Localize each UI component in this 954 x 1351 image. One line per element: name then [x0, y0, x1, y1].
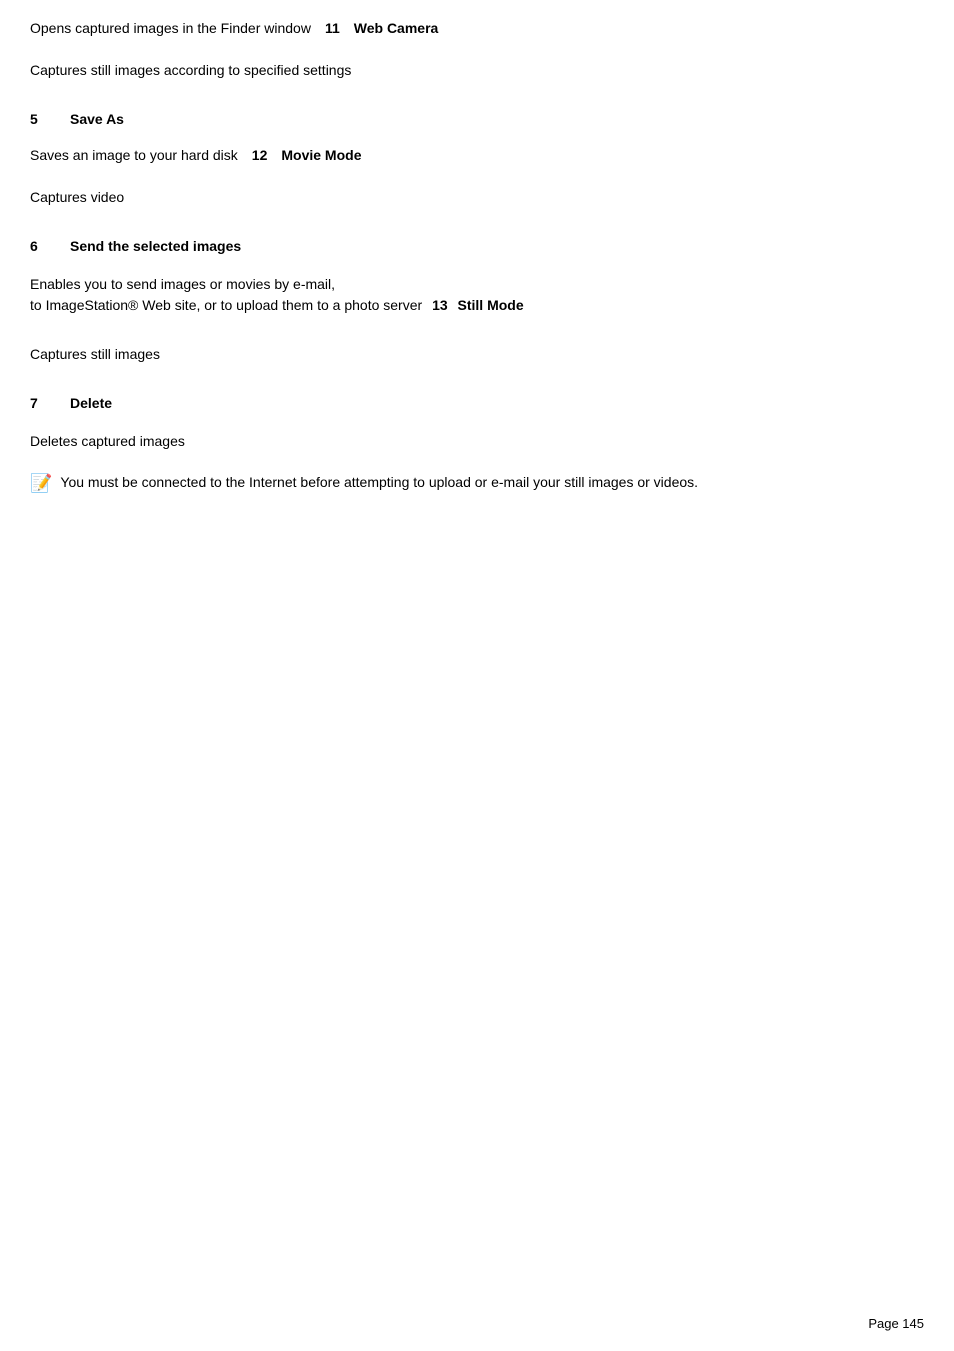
note-icon: 📝: [30, 470, 52, 497]
enables-line2: to ImageStation® Web site, or to upload …: [30, 297, 422, 313]
note-block: 📝 You must be connected to the Internet …: [30, 472, 924, 497]
enables-line1: Enables you to send images or movies by …: [30, 276, 335, 292]
section-6-num: 6: [30, 238, 70, 254]
captures-still-text: Captures still images: [30, 344, 924, 365]
num-11: 11: [325, 20, 340, 36]
section-7-num: 7: [30, 395, 70, 411]
opens-captured-text: Opens captured images in the Finder wind…: [30, 20, 311, 36]
saves-image-text: Saves an image to your hard disk: [30, 147, 238, 163]
section-6-title: Send the selected images: [70, 238, 241, 254]
section-7-header: 7 Delete: [30, 395, 924, 411]
page-label: Page 145: [868, 1316, 924, 1331]
section-5-title: Save As: [70, 111, 124, 127]
note-text: You must be connected to the Internet be…: [60, 472, 698, 493]
movie-mode-title: Movie Mode: [281, 147, 361, 163]
enables-block: Enables you to send images or movies by …: [30, 274, 924, 316]
still-mode-title: Still Mode: [458, 297, 524, 313]
deletes-text: Deletes captured images: [30, 431, 924, 452]
section-6-header: 6 Send the selected images: [30, 238, 924, 254]
captures-video-text: Captures video: [30, 187, 924, 208]
num-13: 13: [432, 297, 448, 313]
section-5-num: 5: [30, 111, 70, 127]
web-camera-title: Web Camera: [354, 20, 439, 36]
page-footer: Page 145: [868, 1316, 924, 1331]
line-opens-captured: Opens captured images in the Finder wind…: [30, 20, 924, 36]
saves-image-row: Saves an image to your hard disk 12 Movi…: [30, 147, 924, 163]
section-7-title: Delete: [70, 395, 112, 411]
section-5-header: 5 Save As: [30, 111, 924, 127]
captures-still-settings-text: Captures still images according to speci…: [30, 60, 924, 81]
num-12: 12: [252, 147, 268, 163]
